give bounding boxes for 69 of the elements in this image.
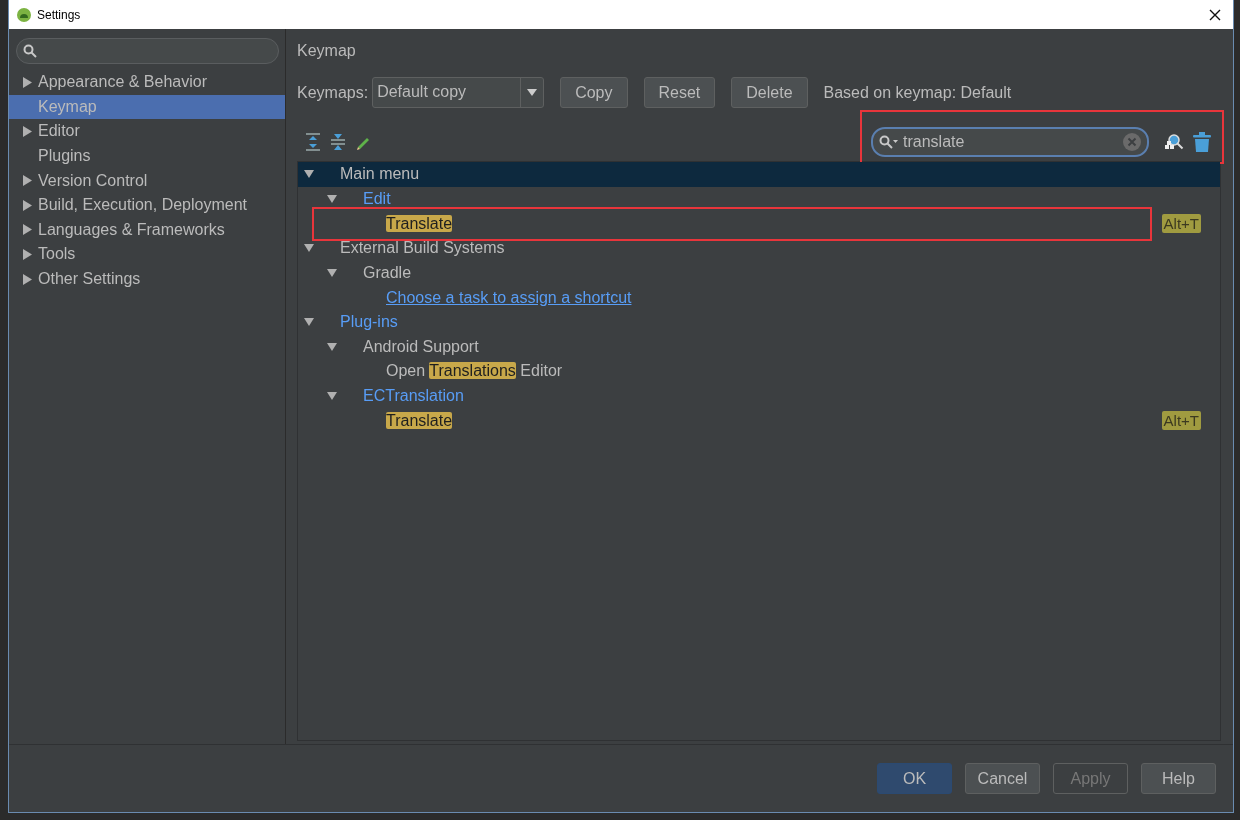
shortcut-badge: Alt+T: [1161, 214, 1201, 234]
tree-item-label: Translate: [386, 411, 453, 430]
tree-item-label: Gradle: [363, 263, 412, 282]
tree-item-label: ECTranslation: [363, 387, 464, 406]
expand-all-icon[interactable]: [305, 133, 321, 151]
tree-row[interactable]: Gradle: [298, 260, 1220, 286]
keymap-action-button[interactable]: Reset: [643, 77, 716, 108]
dialog-button[interactable]: OK: [877, 763, 952, 794]
expanded-arrow-icon[interactable]: [327, 193, 337, 204]
assign-shortcut-link[interactable]: Choose a task to assign a shortcut: [386, 288, 632, 307]
tree-row[interactable]: External Build Systems: [298, 235, 1220, 261]
tree-item-label: Open Translations Editor: [386, 362, 563, 381]
sidebar-item[interactable]: Languages & Frameworks: [9, 217, 285, 243]
sidebar-item[interactable]: Plugins: [9, 143, 285, 169]
collapsed-arrow-icon[interactable]: [23, 199, 32, 211]
shortcut-search-field[interactable]: translate: [871, 127, 1149, 157]
shortcut-search-input[interactable]: translate: [903, 133, 1119, 151]
sidebar-item[interactable]: Keymap: [9, 94, 285, 120]
sidebar-item[interactable]: Version Control: [9, 168, 285, 193]
app-icon: [17, 7, 31, 22]
tree-item-label: Edit: [363, 189, 391, 208]
tree-row[interactable]: Translate Alt+T: [298, 408, 1220, 434]
tree-row[interactable]: Open Translations Editor: [298, 359, 1220, 384]
sidebar-item[interactable]: Build, Execution, Deployment: [9, 192, 285, 218]
tree-row[interactable]: ECTranslation: [298, 383, 1220, 409]
collapse-all-icon[interactable]: [330, 133, 346, 151]
keymap-dropdown[interactable]: Default copy: [372, 77, 545, 108]
expanded-arrow-icon[interactable]: [327, 267, 337, 278]
tree-item-label: Android Support: [363, 337, 479, 356]
collapsed-arrow-icon[interactable]: [23, 175, 32, 187]
dropdown-arrow-icon: [527, 89, 538, 96]
find-by-shortcut-icon[interactable]: [1164, 132, 1184, 152]
keymaps-label: Keymaps:: [297, 83, 369, 102]
expanded-arrow-icon[interactable]: [304, 317, 314, 328]
window-title: Settings: [37, 7, 82, 22]
collapsed-arrow-icon[interactable]: [23, 76, 32, 88]
dialog-button[interactable]: Cancel: [965, 763, 1040, 794]
based-on-label: Based on keymap: Default: [823, 83, 1012, 102]
tree-row[interactable]: Plug-ins: [298, 309, 1220, 335]
tree-item-label: External Build Systems: [340, 239, 505, 258]
trash-icon[interactable]: [1193, 132, 1211, 152]
tree-item-label: Plug-ins: [340, 313, 398, 332]
page-title: Keymap: [297, 42, 357, 60]
tree-row[interactable]: Edit: [298, 186, 1220, 212]
collapsed-arrow-icon[interactable]: [23, 126, 32, 137]
tree-row[interactable]: Android Support: [298, 334, 1220, 360]
expanded-arrow-icon[interactable]: [327, 341, 337, 352]
expanded-arrow-icon[interactable]: [304, 169, 314, 180]
expanded-arrow-icon[interactable]: [327, 391, 337, 402]
tree-row[interactable]: Translate Alt+T: [298, 211, 1220, 236]
settings-search-field[interactable]: [16, 38, 279, 64]
search-icon: [23, 44, 37, 58]
sidebar-item[interactable]: Editor: [9, 119, 285, 144]
collapsed-arrow-icon[interactable]: [23, 273, 32, 285]
tree-row[interactable]: Choose a task to assign a shortcut: [298, 285, 1220, 310]
sidebar-item[interactable]: Other Settings: [9, 266, 285, 292]
keymap-action-button[interactable]: Delete: [731, 77, 808, 108]
expanded-arrow-icon[interactable]: [304, 243, 314, 254]
search-options-icon[interactable]: [879, 135, 899, 149]
tree-item-label: Main menu: [340, 165, 420, 184]
sidebar-item[interactable]: Tools: [9, 242, 285, 267]
shortcut-badge: Alt+T: [1161, 411, 1201, 431]
collapsed-arrow-icon[interactable]: [23, 224, 32, 236]
tree-row[interactable]: Main menu: [298, 162, 1220, 187]
dialog-button[interactable]: Help: [1141, 763, 1216, 794]
sidebar-item[interactable]: Appearance & Behavior: [9, 70, 285, 95]
collapsed-arrow-icon[interactable]: [23, 248, 32, 260]
tree-item-label: Translate: [386, 214, 453, 233]
keymap-action-button[interactable]: Copy: [560, 77, 628, 108]
